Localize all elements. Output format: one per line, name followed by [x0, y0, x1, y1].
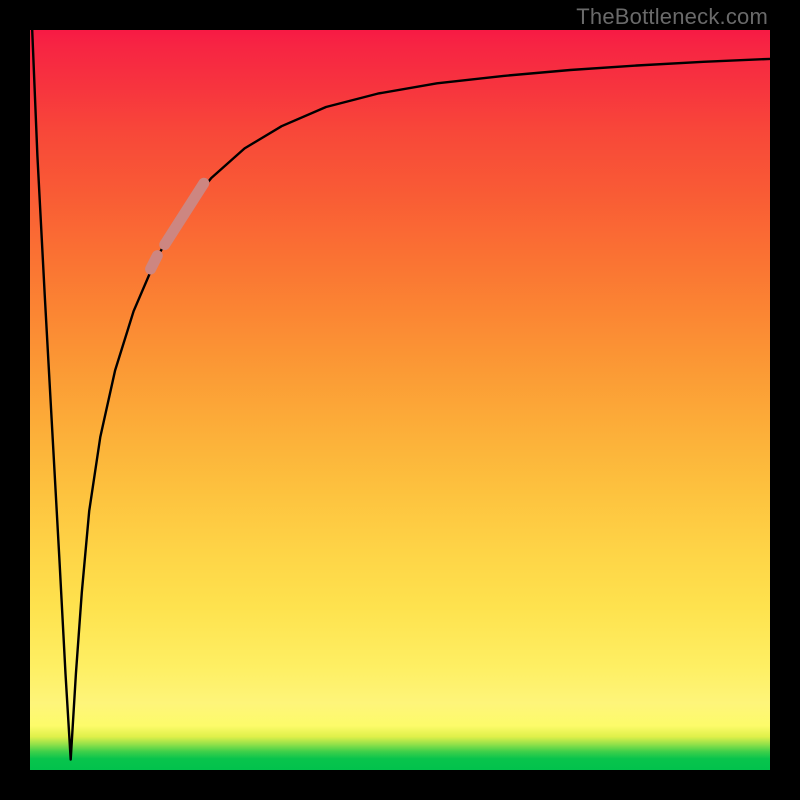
chart-frame: TheBottleneck.com [0, 0, 800, 800]
top-segment [165, 183, 204, 244]
highlight-group [151, 183, 204, 269]
plot-area [30, 30, 770, 770]
attribution-text: TheBottleneck.com [576, 4, 768, 30]
main-curve [32, 30, 770, 760]
curve-svg [30, 30, 770, 770]
lower-dot [151, 256, 158, 269]
